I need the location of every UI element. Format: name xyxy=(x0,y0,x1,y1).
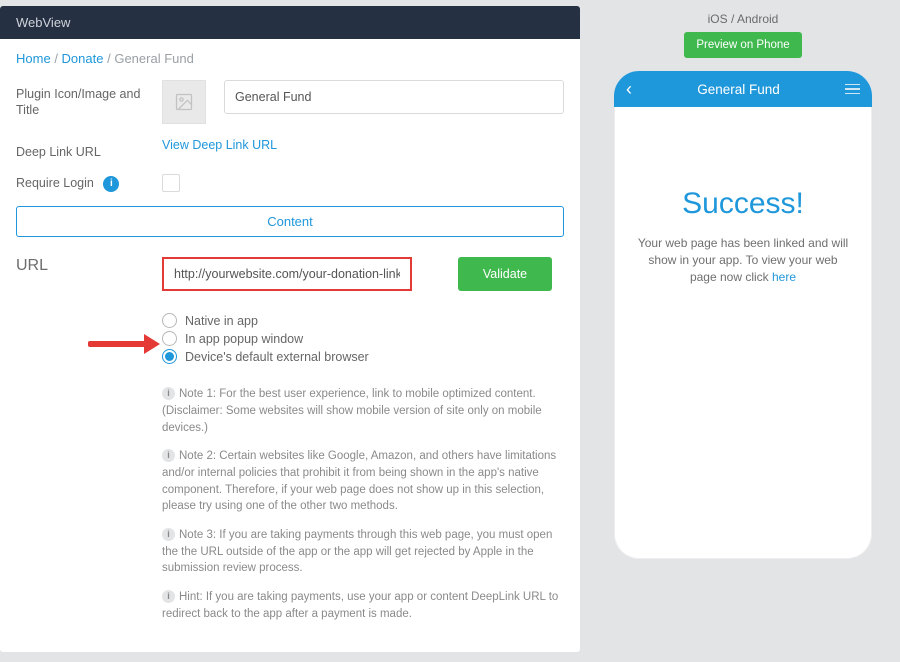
breadcrumb-current: General Fund xyxy=(114,51,194,66)
phone-frame: ‹ General Fund Success! Your web page ha… xyxy=(613,70,873,560)
radio-icon xyxy=(162,313,177,328)
plugin-image-uploader[interactable] xyxy=(162,80,206,124)
note-2: iNote 2: Certain websites like Google, A… xyxy=(162,448,564,515)
radio-icon xyxy=(162,331,177,346)
preview-on-phone-button[interactable]: Preview on Phone xyxy=(684,32,801,58)
note-bullet-icon: i xyxy=(162,387,175,400)
platform-toggle[interactable]: iOS / Android xyxy=(708,12,779,26)
info-icon[interactable]: i xyxy=(103,176,119,192)
radio-external-browser[interactable]: Device's default external browser xyxy=(162,349,564,364)
note-bullet-icon: i xyxy=(162,590,175,603)
success-heading: Success! xyxy=(634,187,852,221)
phone-content: Success! Your web page has been linked a… xyxy=(614,107,872,285)
menu-icon[interactable] xyxy=(845,84,860,95)
url-label: URL xyxy=(16,257,162,275)
phone-nav-bar: ‹ General Fund xyxy=(614,71,872,107)
radio-label: Device's default external browser xyxy=(185,350,369,364)
radio-icon xyxy=(162,349,177,364)
content-tab-label: Content xyxy=(267,214,313,229)
notes-section: iNote 1: For the best user experience, l… xyxy=(162,386,564,622)
radio-popup-window[interactable]: In app popup window xyxy=(162,331,564,346)
image-icon xyxy=(174,92,194,112)
radio-label: Native in app xyxy=(185,314,258,328)
radio-native-in-app[interactable]: Native in app xyxy=(162,313,564,328)
highlight-arrow-icon xyxy=(88,341,148,347)
config-panel: WebView Home / Donate / General Fund Plu… xyxy=(0,6,580,652)
url-input[interactable] xyxy=(162,257,412,291)
content-tab[interactable]: Content xyxy=(16,206,564,237)
panel-title: WebView xyxy=(16,15,70,30)
breadcrumb-donate[interactable]: Donate xyxy=(62,51,104,66)
deeplink-label: Deep Link URL xyxy=(16,138,148,160)
success-message: Your web page has been linked and will s… xyxy=(634,235,852,285)
breadcrumb-home[interactable]: Home xyxy=(16,51,51,66)
plugin-title-label: Plugin Icon/Image and Title xyxy=(16,80,148,119)
breadcrumb-sep: / xyxy=(54,51,61,66)
plugin-title-input[interactable] xyxy=(224,80,564,114)
require-login-label: Require Login i xyxy=(16,175,148,192)
note-bullet-icon: i xyxy=(162,528,175,541)
note-bullet-icon: i xyxy=(162,449,175,462)
open-mode-radio-group: Native in app In app popup window Device… xyxy=(162,313,564,364)
back-icon[interactable]: ‹ xyxy=(626,80,632,98)
panel-header: WebView xyxy=(0,6,580,39)
phone-title: General Fund xyxy=(697,82,780,97)
note-1: iNote 1: For the best user experience, l… xyxy=(162,386,564,436)
validate-button[interactable]: Validate xyxy=(458,257,552,291)
view-deeplink-link[interactable]: View Deep Link URL xyxy=(162,138,277,152)
require-login-checkbox[interactable] xyxy=(162,174,180,192)
note-hint: iHint: If you are taking payments, use y… xyxy=(162,589,564,622)
breadcrumb: Home / Donate / General Fund xyxy=(16,51,564,66)
note-3: iNote 3: If you are taking payments thro… xyxy=(162,527,564,577)
preview-panel: iOS / Android Preview on Phone ‹ General… xyxy=(594,6,892,652)
radio-label: In app popup window xyxy=(185,332,303,346)
success-here-link[interactable]: here xyxy=(772,270,796,284)
